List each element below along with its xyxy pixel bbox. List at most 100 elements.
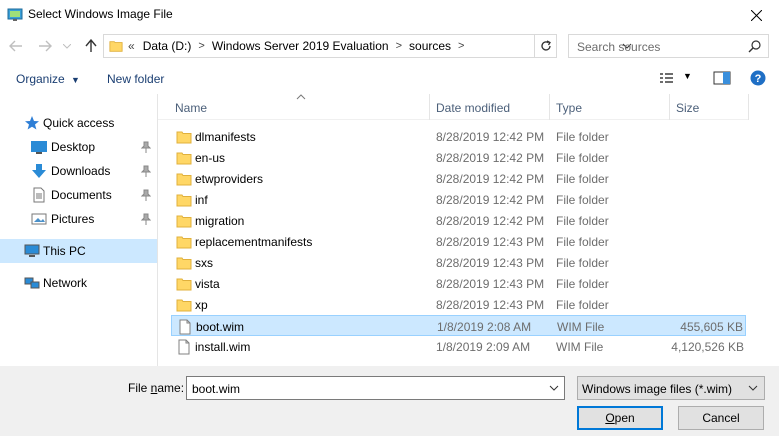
app-icon bbox=[7, 8, 23, 21]
open-button[interactable]: Open bbox=[577, 406, 663, 430]
up-button[interactable] bbox=[83, 38, 99, 54]
filename-value: boot.wim bbox=[192, 382, 241, 396]
star-icon bbox=[25, 116, 39, 130]
file-list: Name Date modified Type Size dlmanifests… bbox=[158, 94, 779, 366]
nav-item-desktop[interactable]: Desktop bbox=[0, 135, 157, 159]
file-row[interactable]: xp 8/28/2019 12:43 PM File folder bbox=[171, 294, 746, 315]
file-row[interactable]: inf 8/28/2019 12:42 PM File folder bbox=[171, 189, 746, 210]
navigation-pane: Quick access Desktop Downloads Documents… bbox=[0, 94, 158, 366]
new-folder-label: New folder bbox=[107, 72, 165, 86]
column-divider[interactable] bbox=[549, 94, 550, 120]
chevron-down-icon[interactable] bbox=[549, 382, 559, 394]
file-row[interactable]: en-us 8/28/2019 12:42 PM File folder bbox=[171, 147, 746, 168]
folder-icon bbox=[109, 41, 123, 52]
nav-label: Network bbox=[43, 276, 88, 290]
file-type: File folder bbox=[556, 214, 609, 228]
close-button[interactable] bbox=[733, 0, 779, 30]
arrow-up-icon bbox=[85, 39, 97, 52]
folder-icon bbox=[176, 236, 192, 249]
file-row[interactable]: replacementmanifests 8/28/2019 12:43 PM Fi… bbox=[171, 231, 746, 252]
preview-pane-icon bbox=[713, 71, 731, 85]
filename-label-text: ame: bbox=[157, 381, 185, 395]
search-box[interactable]: Search sources bbox=[568, 34, 769, 58]
file-name: xp bbox=[195, 298, 208, 312]
column-divider[interactable] bbox=[669, 94, 670, 120]
breadcrumb-item-drive[interactable]: Data (D:) bbox=[143, 39, 192, 53]
chevron-down-icon bbox=[748, 385, 758, 391]
filename-label: File name: bbox=[128, 381, 184, 395]
computer-icon bbox=[24, 244, 40, 257]
nav-item-this-pc[interactable]: This PC bbox=[0, 239, 157, 263]
folder-icon bbox=[176, 173, 192, 186]
file-date: 8/28/2019 12:43 PM bbox=[436, 298, 545, 312]
nav-label: Documents bbox=[51, 188, 112, 202]
svg-text:?: ? bbox=[755, 73, 762, 85]
file-size: 455,605 KB bbox=[680, 320, 743, 334]
file-type-select[interactable]: Windows image files (*.wim) bbox=[577, 376, 765, 400]
filename-input[interactable]: boot.wim bbox=[186, 376, 565, 400]
nav-item-downloads[interactable]: Downloads bbox=[0, 159, 157, 183]
file-row[interactable]: migration 8/28/2019 12:42 PM File folder bbox=[171, 210, 746, 231]
file-row[interactable]: sxs 8/28/2019 12:43 PM File folder bbox=[171, 252, 746, 273]
window-title: Select Windows Image File bbox=[28, 7, 173, 21]
file-name: en-us bbox=[195, 151, 226, 165]
file-date: 1/8/2019 2:09 AM bbox=[436, 340, 531, 354]
preview-pane-button[interactable] bbox=[713, 71, 731, 88]
file-row[interactable]: etwproviders 8/28/2019 12:42 PM File folde… bbox=[171, 168, 746, 189]
nav-label: Desktop bbox=[51, 140, 96, 154]
close-icon bbox=[750, 9, 762, 21]
nav-label: Pictures bbox=[51, 212, 95, 226]
chevron-right-icon[interactable]: > bbox=[198, 40, 204, 52]
file-type-value: Windows image files (*.wim) bbox=[582, 382, 733, 396]
folder-icon bbox=[176, 215, 192, 228]
file-name: install.wim bbox=[195, 340, 251, 354]
file-row[interactable]: install.wim 1/8/2019 2:09 AM WIM File 4,120… bbox=[171, 336, 746, 357]
view-options-button[interactable] bbox=[659, 71, 675, 88]
file-date: 8/28/2019 12:42 PM bbox=[436, 193, 545, 207]
folder-icon bbox=[176, 299, 192, 312]
recent-locations-button[interactable] bbox=[62, 38, 72, 54]
search-icon[interactable] bbox=[748, 39, 762, 53]
pin-icon bbox=[141, 141, 151, 153]
chevron-right-icon[interactable]: > bbox=[458, 40, 464, 52]
organize-label: Organize bbox=[16, 72, 65, 86]
file-name: etwproviders bbox=[195, 172, 264, 186]
column-divider[interactable] bbox=[748, 94, 749, 120]
desktop-icon bbox=[31, 141, 47, 154]
view-list-icon bbox=[660, 73, 673, 83]
file-date: 8/28/2019 12:42 PM bbox=[436, 151, 545, 165]
file-row[interactable]: boot.wim 1/8/2019 2:08 AM WIM File 455,605 … bbox=[171, 315, 746, 336]
nav-item-documents[interactable]: Documents bbox=[0, 183, 157, 207]
column-header-date[interactable]: Date modified bbox=[436, 101, 510, 115]
breadcrumb-overflow[interactable]: « bbox=[128, 39, 135, 53]
new-folder-button[interactable]: New folder bbox=[107, 72, 164, 86]
address-bar[interactable]: « Data (D:) > Windows Server 2019 Evalua… bbox=[103, 34, 632, 58]
view-dropdown-icon[interactable]: ▼ bbox=[683, 71, 692, 81]
chevron-right-icon[interactable]: > bbox=[396, 40, 402, 52]
nav-label: Quick access bbox=[43, 116, 115, 130]
refresh-icon bbox=[540, 40, 551, 51]
file-type: File folder bbox=[556, 151, 609, 165]
back-button[interactable] bbox=[8, 38, 24, 54]
breadcrumb-item-folder[interactable]: Windows Server 2019 Evaluation bbox=[212, 39, 389, 53]
file-name: boot.wim bbox=[196, 320, 245, 334]
column-header-type[interactable]: Type bbox=[556, 101, 582, 115]
nav-item-pictures[interactable]: Pictures bbox=[0, 207, 157, 231]
refresh-button[interactable] bbox=[535, 34, 557, 58]
file-row[interactable]: vista 8/28/2019 12:43 PM File folder bbox=[171, 273, 746, 294]
cancel-button[interactable]: Cancel bbox=[678, 406, 764, 430]
column-divider[interactable] bbox=[429, 94, 430, 120]
file-type: File folder bbox=[556, 172, 609, 186]
nav-item-quick-access[interactable]: Quick access bbox=[0, 111, 157, 135]
help-button[interactable]: ? bbox=[750, 70, 766, 89]
search-placeholder: Search sources bbox=[577, 40, 661, 54]
column-header-name[interactable]: Name bbox=[175, 101, 207, 115]
file-row[interactable]: dlmanifests 8/28/2019 12:42 PM File folder bbox=[171, 126, 746, 147]
column-header-size[interactable]: Size bbox=[676, 101, 699, 115]
forward-button[interactable] bbox=[37, 38, 53, 54]
network-icon bbox=[24, 277, 40, 289]
cancel-label: Cancel bbox=[702, 411, 740, 425]
nav-item-network[interactable]: Network bbox=[0, 271, 157, 295]
breadcrumb-item-current[interactable]: sources bbox=[409, 39, 451, 53]
organize-button[interactable]: Organize ▼ bbox=[16, 72, 80, 86]
